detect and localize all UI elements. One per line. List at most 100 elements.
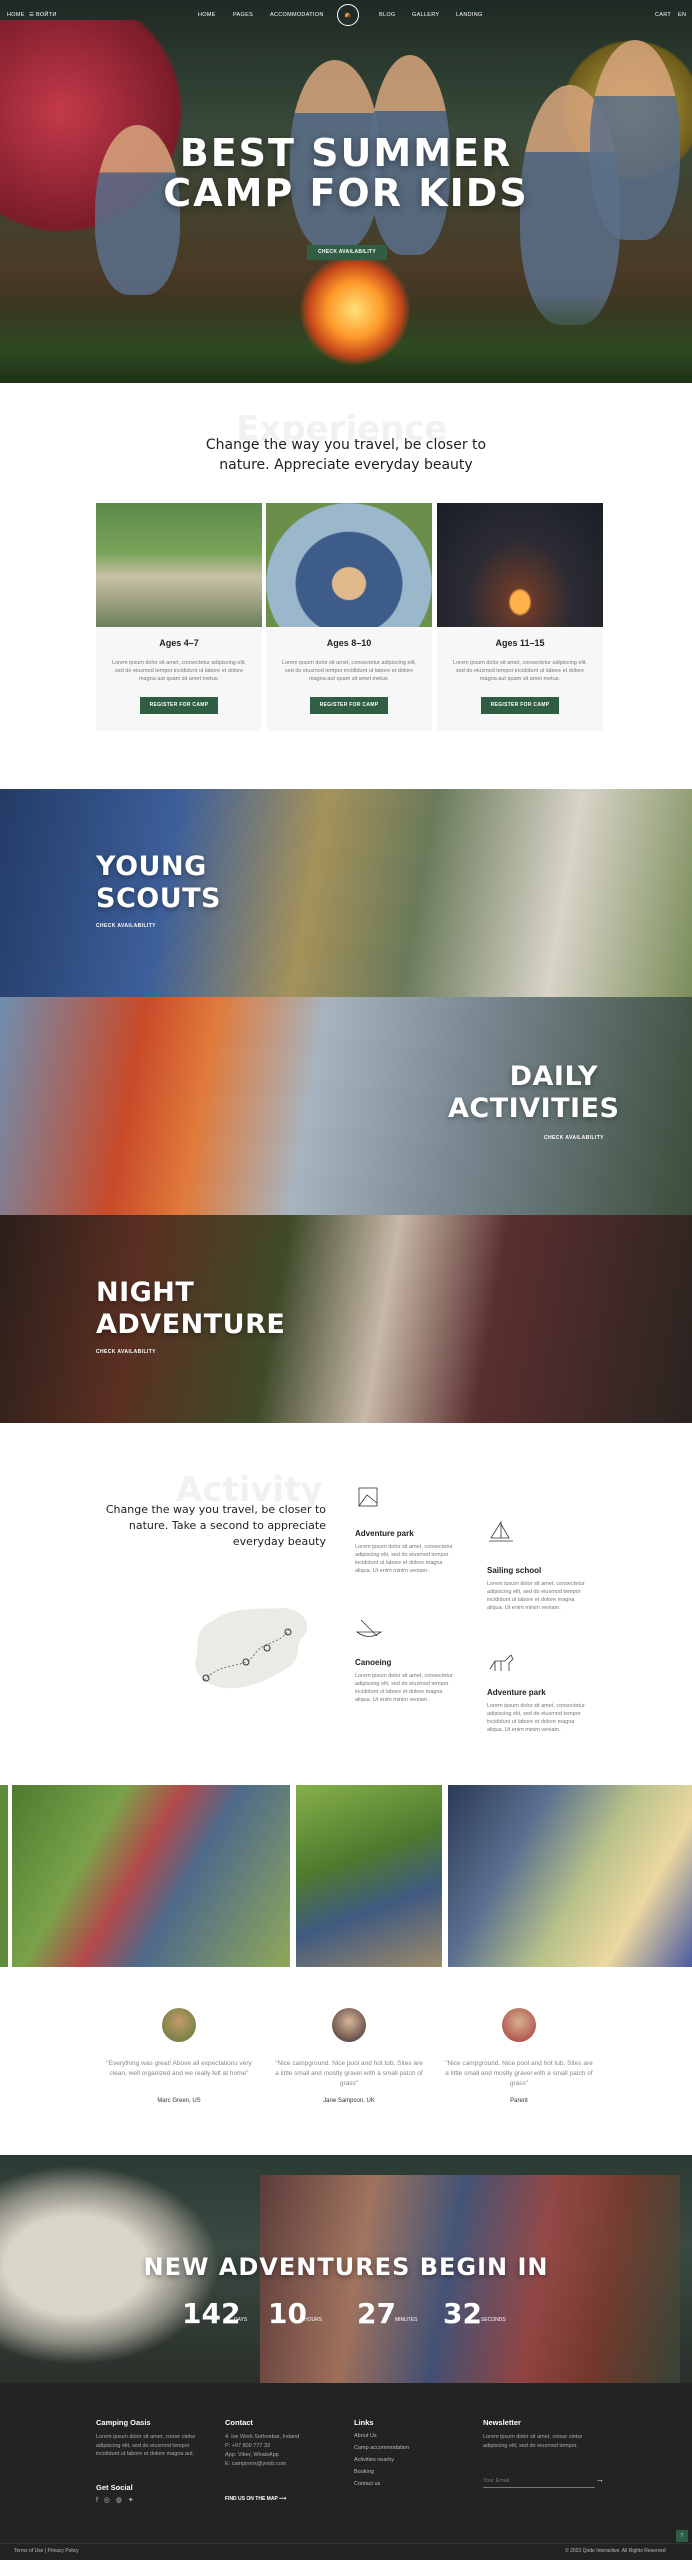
- footer-link-booking[interactable]: Booking: [354, 2469, 374, 2475]
- tripadvisor-icon[interactable]: ◍: [116, 2497, 122, 2504]
- contact-app: App: Viber, WhatsApp: [225, 2452, 279, 2458]
- social-icons: f ◎ ◍ ✦: [96, 2496, 134, 2504]
- banner-title: YOUNG SCOUTS: [96, 851, 221, 915]
- register-button[interactable]: REGISTER FOR CAMP: [481, 697, 559, 714]
- gallery-photo[interactable]: [12, 1785, 290, 1967]
- hero-title-line2: CAMP FOR KIDS: [163, 171, 529, 215]
- countdown-seconds-label: SECONDS: [481, 2317, 506, 2323]
- young-scouts-banner: YOUNG SCOUTS CHECK AVAILABILITY: [0, 789, 692, 997]
- activity-description: Lorem ipsum dolor sit amet, consectetur …: [487, 1703, 585, 1733]
- countdown-title: NEW ADVENTURES BEGIN IN: [143, 2253, 549, 2281]
- banner-check-availability-link[interactable]: CHECK AVAILABILITY: [544, 1135, 604, 1141]
- newsletter-submit-arrow-icon[interactable]: →: [596, 2475, 604, 2484]
- age-card: Ages 4–7 Lorem ipsum dolor sit amet, con…: [96, 503, 262, 731]
- footer-divider: [0, 2543, 692, 2544]
- avatar: [502, 2008, 536, 2042]
- nav-item-blog[interactable]: BLOG: [379, 12, 395, 18]
- activity-title: Adventure park: [487, 1688, 546, 1697]
- countdown-hours-label: HOURS: [304, 2317, 323, 2323]
- night-adventure-banner: NIGHT ADVENTURE CHECK AVAILABILITY: [0, 1215, 692, 1423]
- scroll-to-top-button[interactable]: ↑: [676, 2530, 688, 2542]
- sailboat-icon: [489, 1520, 513, 1542]
- gallery-photo[interactable]: [296, 1785, 442, 1967]
- banner-title-line1: DAILY: [509, 1061, 598, 1092]
- horse-icon: [489, 1654, 514, 1671]
- avatar: [162, 2008, 196, 2042]
- banner-title-line1: NIGHT: [96, 1277, 195, 1308]
- footer-social-title: Get Social: [96, 2483, 133, 2492]
- footer-about-text: Lorem ipsum dolor sit amet, conse ctetur…: [96, 2434, 196, 2457]
- card-photo: [96, 503, 262, 627]
- contact-phone[interactable]: P: +97 800 777 33: [225, 2442, 270, 2451]
- footer-links-title: Links: [354, 2418, 374, 2427]
- nav-item-home[interactable]: HOME: [198, 12, 216, 18]
- contact-address: 4. Ive Work Sothoebar, Ireland: [225, 2434, 300, 2440]
- activity-title: Adventure park: [355, 1529, 414, 1538]
- footer-link-contact[interactable]: Contact us: [354, 2481, 380, 2487]
- nav-item-gallery[interactable]: GALLERY: [412, 12, 439, 18]
- testimonial-quote: "Everything was great! Above all expecta…: [106, 2060, 252, 2077]
- cart-link[interactable]: CART: [655, 12, 671, 18]
- testimonial-author: Marc Green, US: [157, 2098, 201, 2104]
- check-availability-button[interactable]: CHECK AVAILABILITY: [307, 245, 387, 260]
- gallery-photo[interactable]: [448, 1785, 692, 1967]
- card-description: Lorem ipsum dolor sit amet, consectetur …: [453, 660, 587, 682]
- menu-icon[interactable]: ☰ ВОЙТИ: [29, 12, 57, 18]
- avatar: [332, 2008, 366, 2042]
- age-card: Ages 11–15 Lorem ipsum dolor sit amet, c…: [437, 503, 603, 731]
- footer-copyright: © 2023 Qode Interactive, All Rights Rese…: [565, 2548, 666, 2554]
- activity-description: Lorem ipsum dolor sit amet, consectetur …: [355, 1544, 453, 1574]
- card-title: Ages 4–7: [159, 638, 199, 648]
- banner-check-availability-link[interactable]: CHECK AVAILABILITY: [96, 1349, 156, 1355]
- hero-title-line1: BEST SUMMER: [179, 131, 513, 175]
- footer-link-about[interactable]: About Us: [354, 2433, 377, 2439]
- footer-newsletter-title: Newsletter: [483, 2418, 521, 2427]
- facebook-icon[interactable]: f: [96, 2497, 98, 2504]
- find-us-map-link[interactable]: FIND US ON THE MAP ⟶: [225, 2496, 286, 2502]
- campfire-image: [300, 255, 410, 365]
- banner-title-line2: SCOUTS: [96, 883, 222, 914]
- footer-link-accommodation[interactable]: Camp accommodation: [354, 2445, 409, 2451]
- register-button[interactable]: REGISTER FOR CAMP: [140, 697, 218, 714]
- activity-description: Lorem ipsum dolor sit amet, consectetur …: [355, 1673, 453, 1703]
- logo-icon[interactable]: ⛺: [337, 4, 359, 26]
- countdown-section: NEW ADVENTURES BEGIN IN: [0, 2155, 692, 2383]
- find-us-map-label: FIND US ON THE MAP: [225, 2496, 278, 2502]
- banner-title-line1: YOUNG: [96, 851, 207, 882]
- gallery-photo[interactable]: [0, 1785, 8, 1967]
- countdown-hours: 10: [268, 2297, 307, 2330]
- activity-title: Canoeing: [355, 1658, 392, 1667]
- hero-title: BEST SUMMER CAMP FOR KIDS: [0, 133, 692, 213]
- countdown-seconds: 32: [443, 2297, 482, 2330]
- arrow-right-icon: ⟶: [279, 2496, 287, 2502]
- newsletter-email-input[interactable]: [483, 2474, 595, 2488]
- contact-email[interactable]: E: campinmx@yoob.com: [225, 2460, 286, 2469]
- register-button[interactable]: REGISTER FOR CAMP: [310, 697, 388, 714]
- testimonial-quote: "Nice campground. Nice pool and hot tub.…: [275, 2060, 423, 2087]
- footer-legal-links[interactable]: Terms of Use | Privacy Policy: [14, 2548, 79, 2554]
- nav-item-landing[interactable]: LANDING: [456, 12, 483, 18]
- activity-description: Lorem ipsum dolor sit amet, consectetur …: [487, 1581, 585, 1611]
- experience-heading: Change the way you travel, be closer to …: [205, 437, 487, 473]
- card-description: Lorem ipsum dolor sit amet, consectetur …: [112, 660, 246, 682]
- nav-home[interactable]: HOME: [7, 12, 25, 18]
- photo-gallery-strip: [0, 1785, 692, 1967]
- banner-title-line2: ACTIVITIES: [448, 1093, 620, 1124]
- footer-link-activities[interactable]: Activities nearby: [354, 2457, 394, 2463]
- island-map-icon: [195, 1608, 308, 1689]
- canoe-icon: [355, 1619, 383, 1637]
- twitter-icon[interactable]: ✦: [128, 2497, 134, 2504]
- banner-check-availability-link[interactable]: CHECK AVAILABILITY: [96, 923, 156, 929]
- testimonial-author: Parent: [510, 2098, 528, 2104]
- banner-title: NIGHT ADVENTURE: [96, 1277, 285, 1341]
- language-switch[interactable]: EN: [678, 12, 686, 18]
- instagram-icon[interactable]: ◎: [104, 2497, 110, 2504]
- footer: Camping Oasis Lorem ipsum dolor sit amet…: [0, 2383, 692, 2560]
- testimonial-author: Jane Sampson, UK: [323, 2098, 375, 2104]
- card-photo: [437, 503, 603, 627]
- hero-section: HOME ☰ ВОЙТИ HOME PAGES ACCOMMODATION BL…: [0, 0, 692, 383]
- nav-item-accommodation[interactable]: ACCOMMODATION: [270, 12, 324, 18]
- nav-item-pages[interactable]: PAGES: [233, 12, 253, 18]
- countdown-minutes: 27: [357, 2297, 396, 2330]
- newsletter-text: Lorem ipsum dolor sit amet, conse ctetur…: [483, 2434, 583, 2449]
